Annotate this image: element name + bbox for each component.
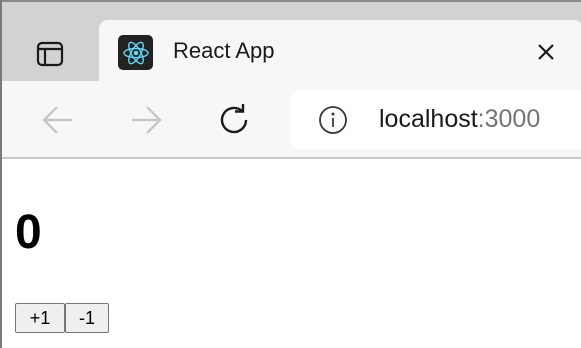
page-content: 0 +1 -1 xyxy=(2,159,581,348)
back-arrow-icon[interactable] xyxy=(38,100,78,140)
tab-react-app[interactable]: React App xyxy=(99,20,581,83)
counter-value: 0 xyxy=(15,206,42,259)
url-host: localhost xyxy=(379,105,478,133)
address-bar[interactable]: localhost:3000 xyxy=(290,90,581,149)
tab-title: React App xyxy=(173,38,275,63)
react-logo-icon xyxy=(118,35,153,70)
browser-toolbar: localhost:3000 xyxy=(2,81,581,157)
info-icon[interactable] xyxy=(318,105,348,135)
forward-arrow-icon[interactable] xyxy=(126,100,166,140)
url-text: localhost:3000 xyxy=(379,105,540,134)
tab-actions-icon[interactable] xyxy=(32,36,68,72)
reload-icon[interactable] xyxy=(214,100,254,140)
increment-button[interactable]: +1 xyxy=(15,303,65,333)
close-icon[interactable] xyxy=(532,38,560,66)
tab-strip: React App xyxy=(2,2,581,83)
browser-window: React App localhost:3000 0 +1 -1 xyxy=(0,0,581,348)
url-port: :3000 xyxy=(477,105,541,133)
decrement-button[interactable]: -1 xyxy=(65,303,109,333)
